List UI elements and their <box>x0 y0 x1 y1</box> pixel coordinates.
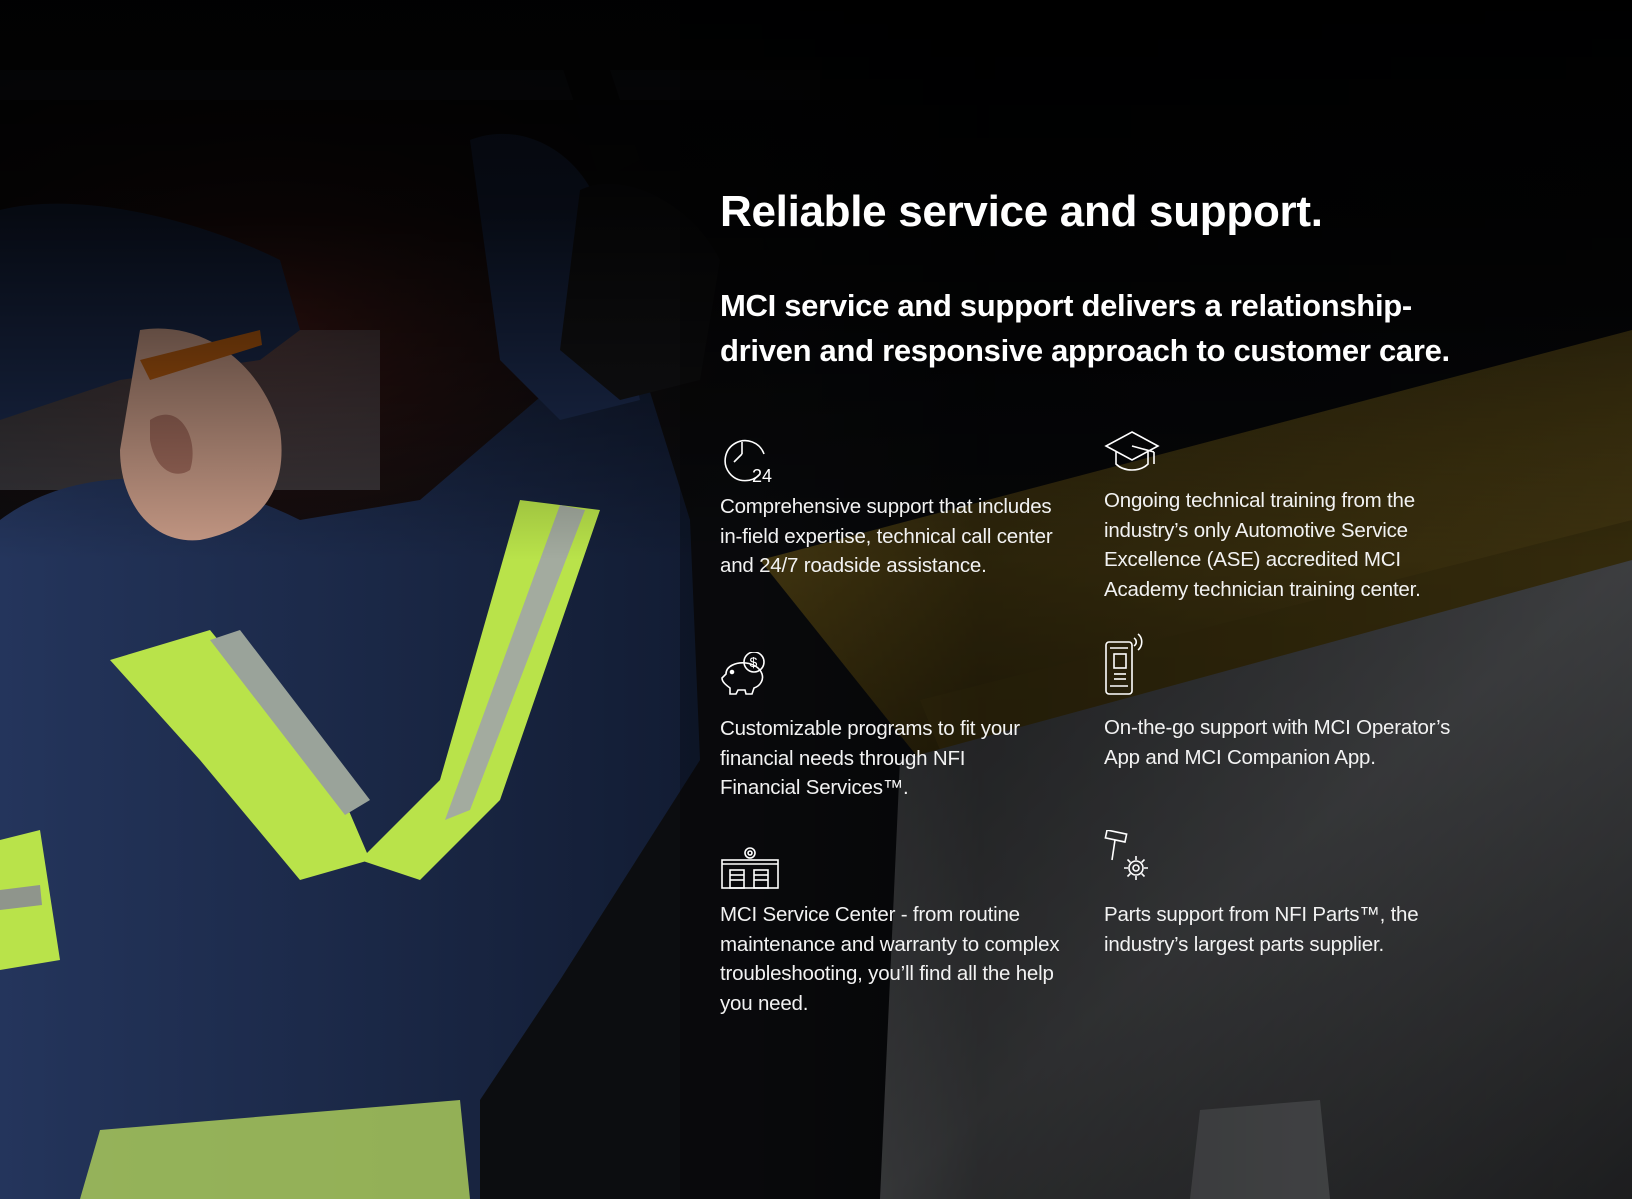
dollar-label: $ <box>750 654 758 670</box>
clock-24-label: 24 <box>752 466 772 486</box>
mobile-app-icon <box>1104 632 1176 704</box>
feature-text: MCI Service Center - from routine mainte… <box>720 903 1060 1015</box>
feature-text: Comprehensive support that includes in-f… <box>720 495 1053 577</box>
feature-text: Ongoing technical training from the indu… <box>1104 489 1421 601</box>
feature-text: Customizable programs to fit your financ… <box>720 717 1020 799</box>
feature-text: On-the-go support with MCI Operator’s Ap… <box>1104 716 1451 769</box>
page-subtitle: MCI service and support delivers a relat… <box>720 288 1450 368</box>
feature-text: Parts support from NFI Parts™, the indus… <box>1104 903 1419 956</box>
page-title: Reliable service and support. <box>720 187 1323 236</box>
parts-hammer-gear-icon <box>1104 830 1176 902</box>
page: Reliable service and support. MCI servic… <box>0 0 1632 1199</box>
